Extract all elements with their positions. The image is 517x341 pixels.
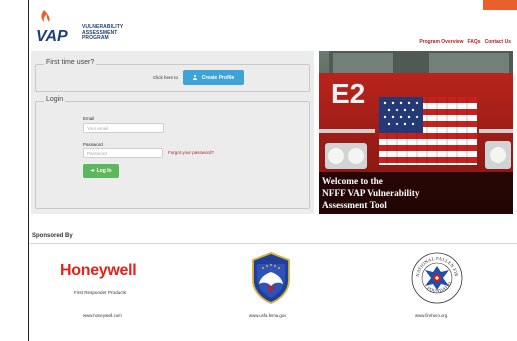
honeywell-logo[interactable]: Honeywell [60,262,137,280]
email-label: Email [83,116,95,121]
hero-title: Welcome to the NFFF VAP Vulnerability As… [322,176,419,212]
nav-faqs[interactable]: FAQs [468,39,481,45]
logo-text: VULNERABILITY ASSESSMENT PROGRAM [82,24,123,42]
usfa-url[interactable]: www.usfa.fema.gov [249,313,286,318]
sponsor-divider [30,243,517,244]
svg-text:E2: E2 [331,78,365,109]
click-here-text: Click here to [153,75,179,80]
hero-title-line-3: Assessment Tool [322,201,387,211]
sponsored-heading: Sponsored By [32,233,73,239]
top-accent-bar [483,0,517,10]
login-legend: Login [44,96,66,103]
nfff-url[interactable]: www.firehero.org [415,313,447,318]
vap-logo[interactable]: VAP VULNERABILITY ASSESSMENT PROGRAM [36,8,146,44]
email-input[interactable] [83,123,164,133]
forgot-password-link[interactable]: Forgot your password? [168,150,214,155]
vap-flame-logo-icon: VAP [36,10,68,44]
nav-contact-us[interactable]: Contact Us [485,39,511,45]
login-fieldset [35,101,310,209]
user-icon [193,75,198,80]
create-profile-button[interactable]: Create Profile [183,70,244,85]
login-button-label: Log In [96,168,112,174]
password-input[interactable] [83,148,163,158]
create-profile-label: Create Profile [201,74,235,81]
first-time-legend: First time user? [44,59,97,66]
honeywell-subtitle: First Responder Products [74,290,127,295]
login-button[interactable]: ➔ Log In [83,164,119,178]
sign-in-icon: ➔ [90,168,95,174]
left-panel: First time user? Click here to Create Pr… [31,51,314,214]
honeywell-url[interactable]: www.honeywell.com [83,313,122,318]
logo-line-3: PROGRAM [82,35,109,42]
usfa-seal-icon[interactable] [251,252,291,304]
nav-program-overview[interactable]: Program Overview [419,39,463,45]
svg-text:VAP: VAP [36,28,68,44]
top-nav: Program Overview FAQs Contact Us [419,39,511,45]
nfff-seal-icon[interactable]: NATIONAL FALLEN FIREFIGHTERS FOUNDATION [411,252,463,304]
hero-title-line-1: Welcome to the [322,177,383,187]
password-label: Password [83,142,103,147]
hero-title-line-2: NFFF VAP Vulnerability [322,189,420,199]
